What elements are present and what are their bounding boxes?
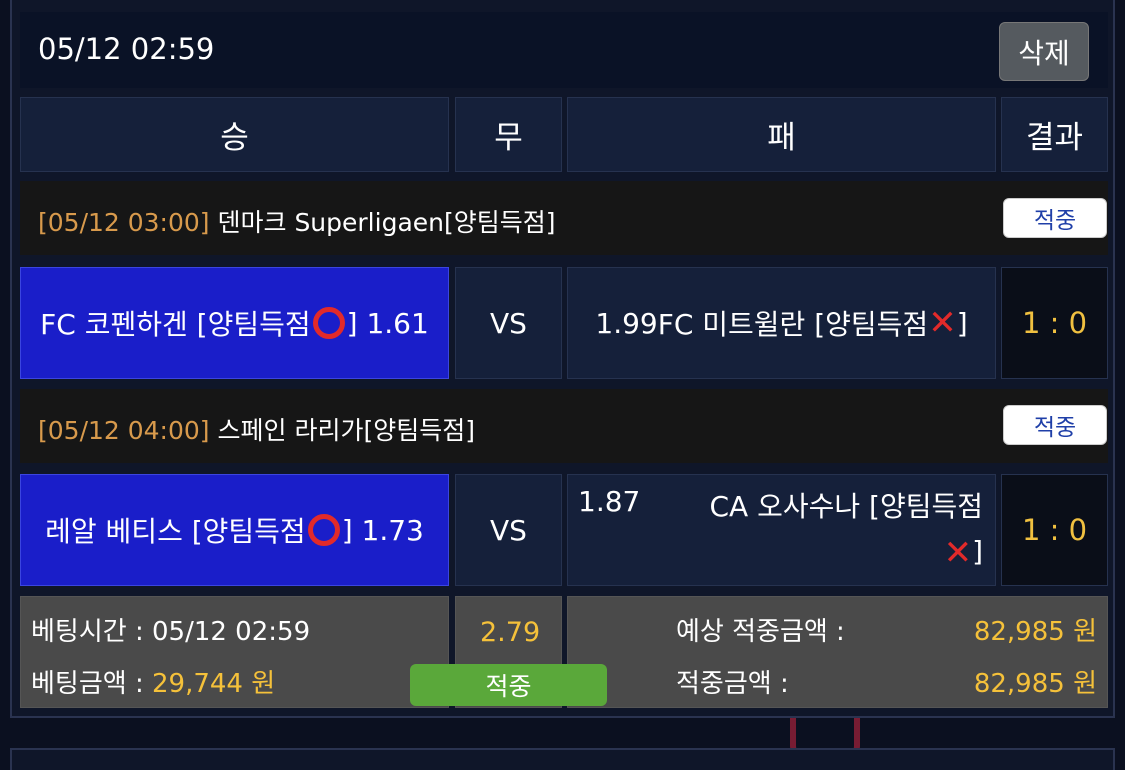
delete-button[interactable]: 삭제 [999, 22, 1089, 81]
match-score: 1 : 0 [1001, 267, 1108, 379]
match-score: 1 : 0 [1001, 474, 1108, 586]
red-x-icon: ✕ [943, 533, 973, 573]
next-bet-slip-panel [10, 748, 1115, 770]
away-odds-label: 1.99 [595, 306, 658, 340]
red-x-icon: ✕ [928, 303, 957, 343]
match-league-row: [05/12 03:00] 덴마크 Superligaen[양팀득점] 적중 [20, 181, 1108, 255]
match-league-title: [05/12 03:00] 덴마크 Superligaen[양팀득점] [38, 203, 556, 239]
bet-amount-value: 29,744 원 [151, 669, 276, 699]
red-circle-icon [307, 514, 340, 546]
match-datetime: [05/12 04:00] [38, 416, 210, 445]
league-name: 스페인 라리가[양팀득점] [209, 416, 475, 445]
home-odds-label: ] 1.73 [341, 513, 424, 547]
bet-time-value: 05/12 02:59 [151, 617, 311, 647]
home-team-label: FC 코펜하겐 [양팀득점 [40, 308, 311, 341]
match-league-row: [05/12 04:00] 스페인 라리가[양팀득점] 적중 [20, 389, 1108, 463]
away-pick-cell[interactable]: 1.99 FC 미트윌란 [양팀득점 ✕] [567, 267, 996, 379]
bet-slip-time: 05/12 02:59 [38, 32, 215, 66]
bet-amount-label: 베팅금액 : [31, 669, 152, 699]
away-pick-cell[interactable]: 1.87 CA 오사수나 [양팀득점 ✕] [567, 474, 996, 586]
column-header-draw: 무 [455, 97, 562, 172]
home-odds-label: ] 1.61 [346, 306, 429, 340]
win-payout-value: 82,985 원 [973, 669, 1097, 699]
column-header-win: 승 [20, 97, 449, 172]
bet-time-label: 베팅시간 : [31, 617, 152, 647]
bet-amount-row: 베팅금액 : 29,744 원 [31, 663, 275, 700]
match-league-title: [05/12 04:00] 스페인 라리가[양팀득점] [38, 411, 475, 447]
away-team-label: CA 오사수나 [양팀득점 [709, 490, 983, 523]
hit-badge: 적중 [1003, 405, 1107, 445]
bet-status-badge: 적중 [410, 664, 607, 706]
home-pick-cell[interactable]: FC 코펜하겐 [양팀득점 ] 1.61 [20, 267, 449, 379]
expected-payout-value: 82,985 원 [973, 617, 1097, 647]
home-pick-cell[interactable]: 레알 베티스 [양팀득점 ] 1.73 [20, 474, 449, 586]
expected-payout-label: 예상 적중금액 : [676, 617, 845, 647]
payout-cell: 예상 적중금액 : 82,985 원 적중금액 : 82,985 원 [567, 596, 1108, 708]
home-team-label: 레알 베티스 [양팀득점 [45, 515, 306, 548]
total-odds-value: 2.79 [480, 617, 541, 648]
win-payout-label: 적중금액 : [676, 669, 789, 699]
away-close-label: ] [956, 306, 968, 340]
draw-cell[interactable]: VS [455, 474, 562, 586]
bet-slip-header: 05/12 02:59 삭제 [20, 12, 1108, 88]
away-team-label: FC 미트윌란 [양팀득점 [657, 308, 929, 341]
column-header-result: 결과 [1001, 97, 1108, 172]
red-circle-icon [312, 307, 345, 339]
draw-cell[interactable]: VS [455, 267, 562, 379]
column-header-lose: 패 [567, 97, 996, 172]
hit-badge: 적중 [1003, 198, 1107, 238]
bet-info-cell: 베팅시간 : 05/12 02:59 베팅금액 : 29,744 원 [20, 596, 449, 708]
match-datetime: [05/12 03:00] [38, 208, 210, 237]
away-odds-label: 1.87 [578, 485, 641, 518]
away-close-label: ] [972, 535, 983, 568]
league-name: 덴마크 Superligaen[양팀득점] [209, 208, 556, 237]
bet-time-row: 베팅시간 : 05/12 02:59 [31, 611, 310, 648]
